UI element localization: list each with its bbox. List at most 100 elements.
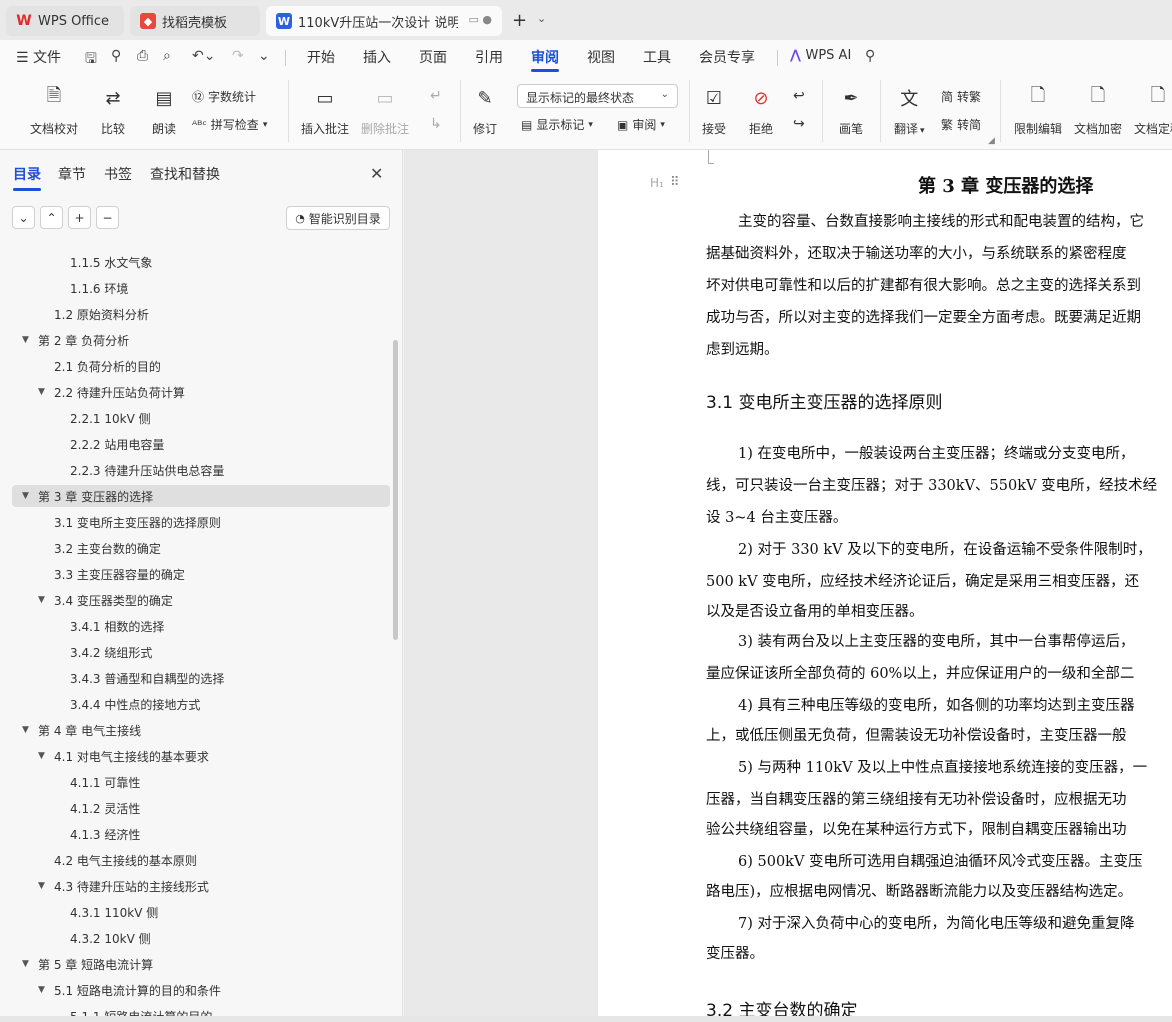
expand-triangle-icon[interactable]: ▼ <box>38 985 54 995</box>
translate-button[interactable]: 文 翻译 ▾ <box>894 86 925 137</box>
body-text-line: 压器，当自耦变压器的第三绕组接有无功补偿设备时，应根据无功 <box>706 792 1127 808</box>
markup-state-select[interactable]: 显示标记的最终状态 ⌄ <box>517 84 678 108</box>
toc-item[interactable]: 3.2 主变台数的确定 <box>38 537 161 559</box>
insert-comment-button[interactable]: ▭ 插入批注 <box>301 86 349 137</box>
menu-start[interactable]: 开始 <box>307 47 335 67</box>
toc-scrollbar[interactable] <box>393 340 398 640</box>
toc-item[interactable]: 1.1.5 水文气象 <box>54 251 152 273</box>
toc-item[interactable]: ▼ 第 4 章 电气主接线 <box>22 719 141 741</box>
toc-item[interactable]: 4.1.2 灵活性 <box>54 797 140 819</box>
toc-item[interactable]: ▼ 5.1 短路电流计算的目的和条件 <box>38 979 221 1001</box>
toc-item[interactable]: 4.1.1 可靠性 <box>54 771 140 793</box>
next-comment-icon[interactable]: ↳ <box>430 116 442 132</box>
toc-item[interactable]: 1.2 原始资料分析 <box>38 303 149 325</box>
tab-docer-templates[interactable]: ◆ 找稻壳模板 <box>130 6 260 36</box>
menu-member[interactable]: 会员专享 <box>699 47 755 67</box>
toc-item[interactable]: ▼ 4.3 待建升压站的主接线形式 <box>38 875 209 897</box>
collapse-down-button[interactable]: ⌄ <box>12 206 35 229</box>
add-heading-button[interactable]: + <box>68 206 91 229</box>
delete-comment-button[interactable]: ▭ 删除批注 <box>361 86 409 137</box>
expand-triangle-icon[interactable]: ▼ <box>38 881 54 891</box>
toc-item[interactable]: 4.3.2 10kV 侧 <box>54 927 151 949</box>
redo-icon[interactable]: ↷ <box>232 48 244 64</box>
expand-triangle-icon[interactable]: ▼ <box>22 959 38 969</box>
prev-change-icon[interactable]: ↩ <box>793 88 805 104</box>
menu-view[interactable]: 视图 <box>587 47 615 67</box>
toc-item[interactable]: 3.4.4 中性点的接地方式 <box>54 693 200 715</box>
show-markup-button[interactable]: ▤ 显示标记 ▾ <box>521 116 593 133</box>
tab-toc[interactable]: 目录 <box>13 164 41 191</box>
toc-item[interactable]: 2.2.1 10kV 侧 <box>54 407 151 429</box>
spell-check-button[interactable]: ᴬᴮᶜ 拼写检查 ▾ <box>192 116 267 133</box>
smart-toc-button[interactable]: ◔ 智能识别目录 <box>286 206 390 230</box>
expand-triangle-icon[interactable]: ▼ <box>22 725 38 735</box>
menu-review[interactable]: 审阅 <box>531 47 559 72</box>
toc-item[interactable]: 2.2.3 待建升压站供电总容量 <box>54 459 224 481</box>
drag-handle-icon[interactable]: ⠿ <box>670 175 680 190</box>
search-icon[interactable]: ⚲ <box>865 48 875 64</box>
toc-item[interactable]: 3.1 变电所主变压器的选择原则 <box>38 511 221 533</box>
tab-find-replace[interactable]: 查找和替换 <box>150 164 220 184</box>
more-chevron-icon[interactable]: ⌄ <box>258 48 270 64</box>
review-pane-button[interactable]: ▣ 审阅 ▾ <box>617 116 665 133</box>
toc-item[interactable]: ▼ 第 2 章 负荷分析 <box>22 329 129 351</box>
reject-button[interactable]: ⊘ 拒绝 <box>748 86 774 137</box>
menu-tools[interactable]: 工具 <box>643 47 671 67</box>
toc-item[interactable]: ▼ 4.1 对电气主接线的基本要求 <box>38 745 209 767</box>
new-tab-plus-icon[interactable]: + <box>512 10 527 31</box>
doc-check-button[interactable]: 🗎 文档校对 <box>30 85 78 137</box>
toc-item[interactable]: 2.1 负荷分析的目的 <box>38 355 161 377</box>
tab-status-icons[interactable]: ▭ ● <box>469 13 493 26</box>
compare-button[interactable]: ⇄ 比较 <box>100 86 126 137</box>
expand-triangle-icon[interactable]: ▼ <box>38 595 54 605</box>
to-simplified-button[interactable]: 繁转简 <box>941 116 981 133</box>
close-icon[interactable]: ✕ <box>370 164 383 183</box>
tab-sections[interactable]: 章节 <box>58 164 86 184</box>
move-up-button[interactable]: ⌃ <box>40 206 63 229</box>
toc-item[interactable]: 3.4.2 绕组形式 <box>54 641 152 663</box>
ink-button[interactable]: ✒ 画笔 <box>838 86 864 137</box>
toc-item[interactable]: ▼ 第 3 章 变压器的选择 <box>12 485 390 507</box>
undo-icon[interactable]: ↶⌄ <box>192 48 215 64</box>
menu-insert[interactable]: 插入 <box>363 47 391 67</box>
expand-triangle-icon[interactable]: ▼ <box>38 751 54 761</box>
remove-heading-button[interactable]: − <box>96 206 119 229</box>
toc-item[interactable]: 2.2.2 站用电容量 <box>54 433 164 455</box>
finalize-button[interactable]: 🗋 文档定稿 <box>1134 85 1172 137</box>
tab-bookmarks[interactable]: 书签 <box>104 164 132 184</box>
print-icon[interactable]: ⎙ <box>137 48 148 64</box>
encrypt-button[interactable]: 🗋 文档加密 <box>1074 85 1122 137</box>
accept-button[interactable]: ☑ 接受 <box>701 86 727 137</box>
expand-triangle-icon[interactable]: ▼ <box>22 335 38 345</box>
tab-wps-office[interactable]: W WPS Office <box>6 6 124 36</box>
file-menu[interactable]: ☰ 文件 <box>16 47 61 67</box>
toc-item[interactable]: ▼ 3.4 变压器类型的确定 <box>38 589 173 611</box>
to-traditional-button[interactable]: 简转繁 <box>941 88 981 105</box>
menu-references[interactable]: 引用 <box>475 47 503 67</box>
toc-item[interactable]: ▼ 第 5 章 短路电流计算 <box>22 953 153 975</box>
expand-triangle-icon[interactable]: ▼ <box>22 491 38 501</box>
restrict-edit-button[interactable]: 🗋 限制编辑 <box>1014 85 1062 137</box>
toc-item[interactable]: 3.3 主变压器容量的确定 <box>38 563 185 585</box>
toc-item[interactable]: 4.2 电气主接线的基本原则 <box>38 849 197 871</box>
toc-item[interactable]: 3.4.1 相数的选择 <box>54 615 164 637</box>
word-count-button[interactable]: ⑫ 字数统计 <box>192 88 256 105</box>
print-preview-icon[interactable]: ⌕ <box>163 48 171 64</box>
next-change-icon[interactable]: ↪ <box>793 116 805 132</box>
save-icon[interactable]: 🖫 <box>85 48 97 72</box>
toc-item[interactable]: ▼ 2.2 待建升压站负荷计算 <box>38 381 185 403</box>
track-changes-button[interactable]: ✎ 修订 <box>472 86 498 137</box>
prev-comment-icon[interactable]: ↵ <box>430 88 442 104</box>
share-icon[interactable]: ⚲ <box>111 48 121 64</box>
expand-corner-icon[interactable]: ◢ <box>988 136 995 146</box>
tab-document[interactable]: W 110kV升压站一次设计 说明书 ▭ ● <box>266 6 502 36</box>
toc-item[interactable]: 4.3.1 110kV 侧 <box>54 901 158 923</box>
expand-triangle-icon[interactable]: ▼ <box>38 387 54 397</box>
tab-list-chevron-icon[interactable]: ⌄ <box>537 12 546 25</box>
toc-item[interactable]: 3.4.3 普通型和自耦型的选择 <box>54 667 224 689</box>
wps-ai-button[interactable]: ⋀ WPS AI <box>790 48 851 63</box>
toc-item[interactable]: 1.1.6 环境 <box>54 277 128 299</box>
toc-item[interactable]: 4.1.3 经济性 <box>54 823 140 845</box>
menu-page[interactable]: 页面 <box>419 47 447 67</box>
read-aloud-button[interactable]: ▤ 朗读 <box>151 86 177 137</box>
